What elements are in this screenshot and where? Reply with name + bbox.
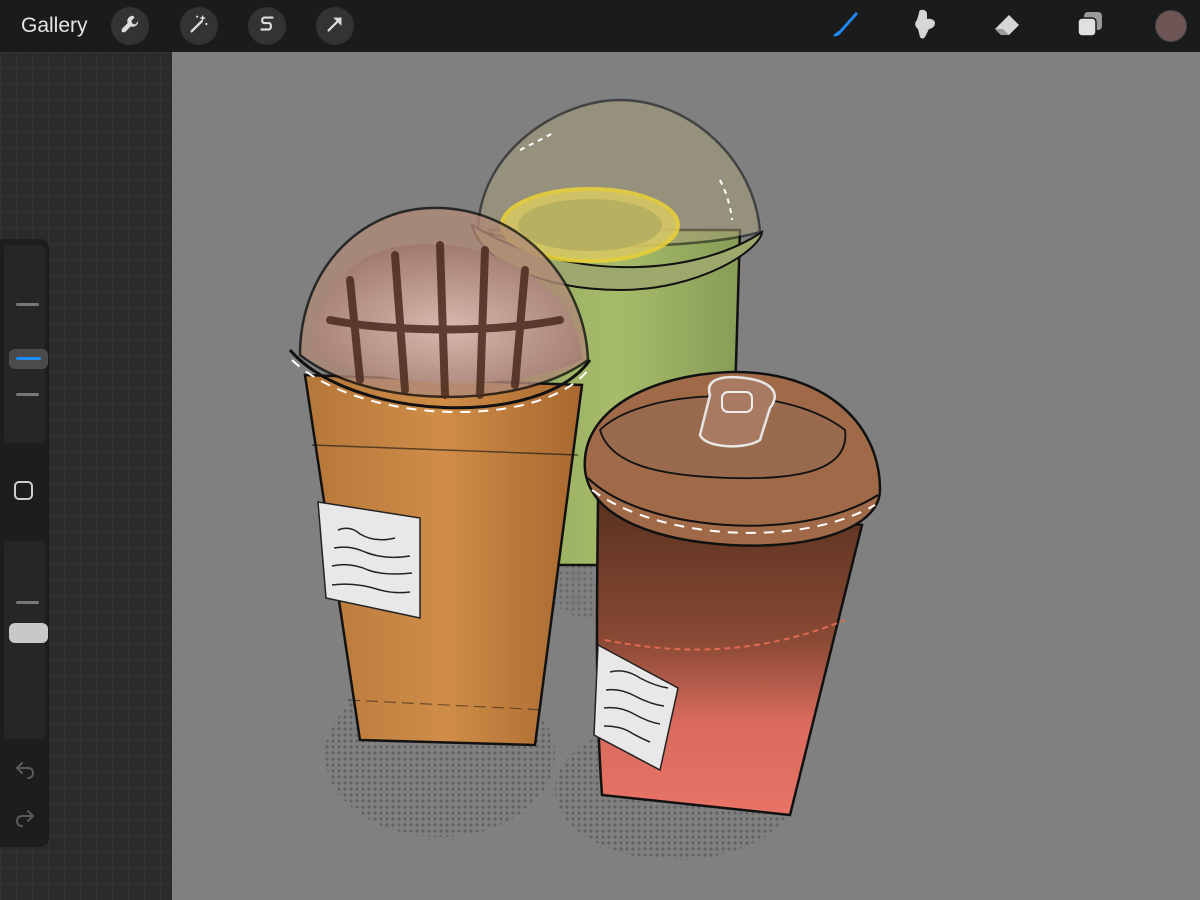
brush-size-slider[interactable]: [4, 245, 48, 443]
smudge-tool-button[interactable]: [907, 8, 943, 44]
slider-tick: [16, 393, 39, 396]
drink-cups-artwork: [288, 98, 882, 860]
smudge-icon: [909, 7, 941, 46]
transform-button[interactable]: [316, 7, 354, 45]
active-indicator: [16, 357, 41, 360]
drawing-canvas[interactable]: [172, 52, 1200, 900]
top-toolbar: Gallery: [0, 0, 1200, 52]
color-picker-swatch[interactable]: [1155, 10, 1187, 42]
selection-button[interactable]: [248, 7, 286, 45]
wrench-icon: [119, 13, 141, 40]
redo-button[interactable]: [13, 805, 37, 829]
gallery-button[interactable]: Gallery: [21, 13, 88, 39]
magic-wand-icon: [188, 13, 210, 40]
layers-button[interactable]: [1072, 8, 1108, 44]
transform-arrow-icon: [324, 13, 346, 40]
undo-button[interactable]: [13, 757, 37, 781]
actions-button[interactable]: [111, 7, 149, 45]
brush-icon: [825, 6, 861, 47]
brush-opacity-thumb[interactable]: [9, 623, 48, 643]
cup-left-label: [317, 501, 421, 619]
brush-opacity-slider[interactable]: [4, 541, 48, 739]
selection-s-icon: [256, 13, 278, 40]
brush-tool-button[interactable]: [825, 8, 861, 44]
eraser-icon: [991, 9, 1025, 44]
canvas-surround: [0, 52, 172, 900]
layers-icon: [1075, 9, 1105, 44]
modify-button[interactable]: [14, 481, 33, 500]
brush-sidebar: [0, 239, 49, 847]
slider-tick: [16, 303, 39, 306]
adjustments-button[interactable]: [180, 7, 218, 45]
slider-tick: [16, 601, 39, 604]
redo-icon: [13, 810, 37, 833]
eraser-tool-button[interactable]: [990, 8, 1026, 44]
brush-size-thumb[interactable]: [9, 349, 48, 369]
undo-icon: [13, 762, 37, 785]
